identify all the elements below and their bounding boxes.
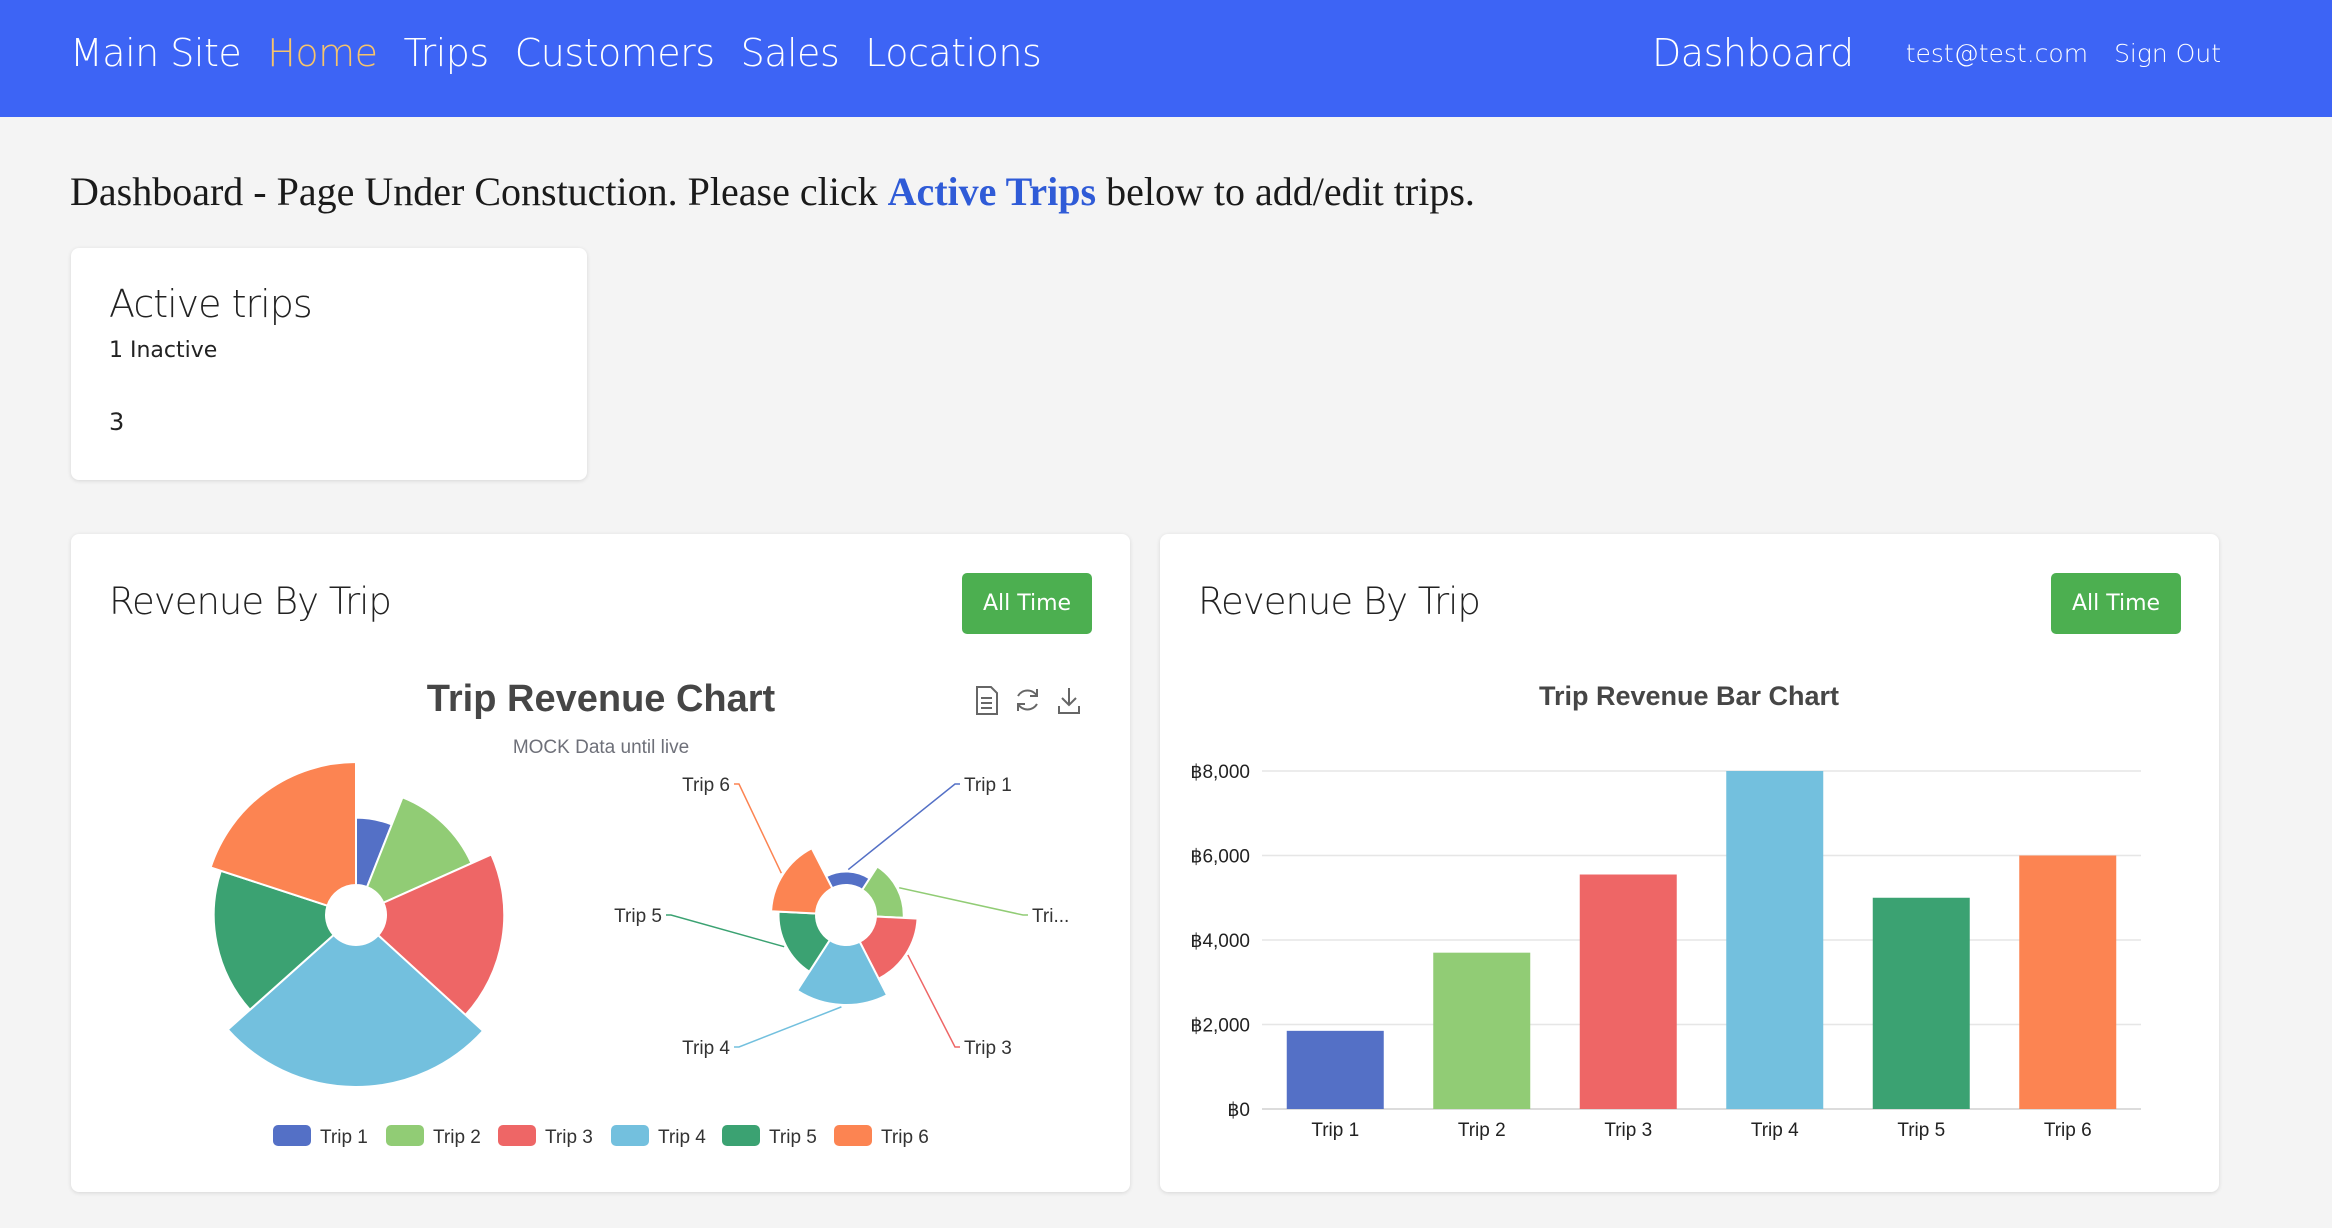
nav-main-site[interactable]: Main Site — [70, 31, 242, 75]
rose-label-5: Trip 5 — [614, 906, 662, 927]
legend-item-trip-5[interactable]: Trip 5 — [722, 1125, 817, 1148]
x-tick-label: Trip 1 — [1311, 1120, 1359, 1141]
bar-trip-5[interactable] — [1872, 897, 1970, 1109]
rose-label-line-5 — [666, 914, 785, 948]
nav-customers[interactable]: Customers — [515, 31, 715, 75]
inactive-count: 1 Inactive — [109, 338, 218, 363]
rose-chart: Trip Revenue Chart MOCK Data until live … — [209, 678, 1080, 1148]
legend-label: Trip 4 — [658, 1127, 706, 1148]
bar-trip-1[interactable] — [1286, 1030, 1384, 1109]
pie-chart-title: Trip Revenue Chart — [427, 678, 776, 720]
legend-item-trip-3[interactable]: Trip 3 — [498, 1125, 593, 1148]
nav-dashboard[interactable]: Dashboard — [1652, 31, 1854, 75]
sign-out-link[interactable]: Sign Out — [2114, 39, 2221, 68]
heading-text-after: below to add/edit trips. — [1096, 169, 1475, 214]
y-tick-label: ฿8,000 — [1190, 762, 1250, 783]
rose-label-4: Trip 4 — [682, 1038, 730, 1059]
rose-chart-area — [770, 847, 919, 1006]
x-tick-label: Trip 5 — [1897, 1120, 1945, 1141]
rose-area-slice-6[interactable] — [770, 847, 834, 915]
y-tick-label: ฿6,000 — [1190, 847, 1250, 868]
bar-chart-title: Trip Revenue Bar Chart — [1539, 681, 1839, 711]
active-trips-link[interactable]: Active Trips — [888, 169, 1097, 214]
top-navbar: Main Site Home Trips Customers Sales Loc… — [0, 0, 2332, 117]
legend-swatch — [498, 1125, 536, 1146]
legend-swatch — [386, 1125, 424, 1146]
bar-chart: Trip Revenue Bar Chart ฿0 ฿2,000 ฿4,000 ฿6,… — [1190, 681, 2141, 1141]
nav-sales[interactable]: Sales — [741, 31, 840, 75]
legend-label: Trip 6 — [881, 1127, 929, 1148]
legend-item-trip-2[interactable]: Trip 2 — [386, 1125, 481, 1148]
nav-trips[interactable]: Trips — [403, 31, 489, 75]
rose-label-1: Trip 1 — [964, 775, 1012, 796]
legend-swatch — [611, 1125, 649, 1146]
revenue-pie-card: Revenue By Trip All Time Trip Revenue Ch… — [71, 534, 1130, 1192]
bar-trip-6[interactable] — [2019, 855, 2117, 1110]
restore-icon[interactable] — [1017, 689, 1038, 711]
rose-chart-radius — [209, 761, 506, 1088]
heading-text-before: Dashboard - Page Under Constuction. Plea… — [70, 169, 888, 214]
x-tick-label: Trip 2 — [1458, 1120, 1506, 1141]
legend-label: Trip 2 — [433, 1127, 481, 1148]
rose-labels: Trip 1 Tri... Trip 3 Trip 4 Trip 5 Trip 6 — [614, 775, 1069, 1059]
rose-label-2: Tri... — [1032, 906, 1069, 927]
active-trips-count: 3 — [109, 408, 125, 436]
legend-label: Trip 5 — [769, 1127, 817, 1148]
nav-user-area: Dashboard test@test.com Sign Out — [1652, 0, 2221, 106]
y-tick-label: ฿2,000 — [1190, 1016, 1250, 1037]
rose-label-6: Trip 6 — [682, 775, 730, 796]
rose-label-line-6 — [734, 783, 783, 874]
bar-x-axis: Trip 1 Trip 2 Trip 3 Trip 4 Trip 5 Trip 6 — [1311, 1120, 2091, 1141]
active-trips-title: Active trips — [109, 282, 313, 326]
legend-item-trip-1[interactable]: Trip 1 — [273, 1125, 368, 1148]
legend-label: Trip 1 — [320, 1127, 368, 1148]
legend-item-trip-4[interactable]: Trip 4 — [611, 1125, 706, 1148]
y-tick-label: ฿4,000 — [1190, 931, 1250, 952]
legend-swatch — [722, 1125, 760, 1146]
page-title: Dashboard - Page Under Constuction. Plea… — [70, 168, 1475, 215]
data-view-icon[interactable] — [976, 686, 998, 715]
bar-trip-2[interactable] — [1433, 952, 1531, 1109]
download-icon[interactable] — [1058, 688, 1080, 714]
nav-links: Main Site Home Trips Customers Sales Loc… — [70, 0, 1067, 106]
x-tick-label: Trip 4 — [1751, 1120, 1799, 1141]
y-tick-label: ฿0 — [1227, 1100, 1250, 1121]
rose-label-line-3 — [907, 954, 960, 1048]
pie-legend: Trip 1 Trip 2 Trip 3 Trip 4 Trip 5 Trip 6 — [273, 1125, 929, 1148]
rose-label-line-2 — [899, 887, 1028, 916]
user-email: test@test.com — [1905, 38, 2089, 68]
legend-label: Trip 3 — [545, 1127, 593, 1148]
nav-locations[interactable]: Locations — [865, 31, 1042, 75]
nav-home[interactable]: Home — [267, 31, 378, 75]
revenue-bar-card: Revenue By Trip All Time Trip Revenue Ba… — [1160, 534, 2219, 1192]
rose-area-slice-2[interactable] — [861, 865, 905, 919]
x-tick-label: Trip 6 — [2044, 1120, 2092, 1141]
active-trips-card[interactable]: Active trips 1 Inactive 3 — [71, 248, 587, 480]
legend-swatch — [273, 1125, 311, 1146]
rose-label-line-1 — [847, 783, 960, 871]
bar-trip-4[interactable] — [1726, 771, 1824, 1109]
legend-item-trip-6[interactable]: Trip 6 — [834, 1125, 929, 1148]
pie-chart-subtitle: MOCK Data until live — [513, 737, 689, 758]
bar-trip-3[interactable] — [1579, 874, 1677, 1109]
x-tick-label: Trip 3 — [1604, 1120, 1652, 1141]
rose-label-line-4 — [734, 1006, 842, 1048]
rose-label-3: Trip 3 — [964, 1038, 1012, 1059]
legend-swatch — [834, 1125, 872, 1146]
